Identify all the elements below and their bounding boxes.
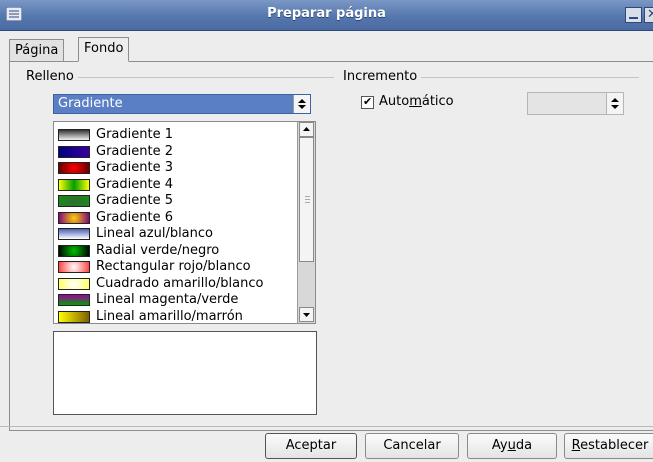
ok-button[interactable]: Aceptar [265,433,357,459]
automatic-checkbox[interactable]: ✔ [361,95,374,109]
minimize-button[interactable] [625,7,642,23]
checkmark-icon: ✔ [363,95,373,108]
tab-pagina[interactable]: Página [9,39,65,61]
increment-spinbox[interactable] [527,92,624,115]
scroll-down-button[interactable] [299,307,314,322]
gradient-name: Lineal magenta/verde [96,292,239,307]
help-button[interactable]: Ayuda [467,433,557,459]
fill-preview [53,331,317,415]
gradient-name: Radial verde/negro [96,242,220,258]
gradient-swatch [58,162,90,174]
gradient-name: Rectangular rojo/blanco [96,259,251,274]
spin-arrows-icon[interactable] [606,93,623,114]
gradient-name: Gradiente 3 [96,160,173,175]
gradient-swatch [58,310,90,323]
cancel-button[interactable]: Cancelar [365,433,459,459]
gradient-name: Gradiente 5 [96,193,173,208]
gradient-list[interactable]: Gradiente 1 Gradiente 2 Gradiente 3 Gradien… [53,121,316,324]
button-separator [0,426,653,427]
gradient-name: Lineal azul/blanco [96,226,213,241]
tab-fondo[interactable]: Fondo [78,37,130,62]
gradient-swatch [58,211,90,224]
gradient-name: Gradiente 1 [96,127,173,142]
gradient-swatch [58,244,90,257]
fill-type-select[interactable]: Gradiente [53,94,311,114]
gradient-swatch [58,178,90,191]
automatic-label[interactable]: Automático [379,94,454,109]
fill-type-value: Gradiente [58,96,123,111]
tab-pagina-label: Página [15,43,59,58]
gradient-name: Cuadrado amarillo/blanco [96,275,264,291]
gradient-swatch [58,277,90,290]
reset-button[interactable]: Restablecer [564,433,653,459]
gradient-name: Lineal amarillo/marrón [96,308,243,324]
gradient-swatch [58,261,90,273]
gradient-swatch [58,195,90,207]
window-title: Preparar página [267,6,386,21]
gradient-name: Gradiente 6 [96,209,173,225]
gradient-name: Gradiente 2 [96,143,173,159]
gradient-swatch [58,228,90,240]
gradient-swatch [58,294,90,306]
gradient-name: Gradiente 4 [96,176,173,192]
close-button[interactable]: ✕ [644,7,653,23]
arrow-up-icon [303,127,310,131]
incremento-group-label: Incremento [343,69,422,84]
title-bar[interactable]: Preparar página ✕ [0,0,653,31]
gradient-swatch [58,145,90,158]
gradient-list-scrollbar[interactable] [297,122,315,323]
scroll-up-button[interactable] [299,122,314,137]
select-arrows-icon[interactable] [293,95,310,113]
scroll-thumb[interactable] [299,137,314,262]
arrow-down-icon [303,313,310,317]
relleno-group-label: Relleno [26,69,78,84]
tab-fondo-label: Fondo [84,41,124,56]
gradient-swatch [58,129,90,141]
